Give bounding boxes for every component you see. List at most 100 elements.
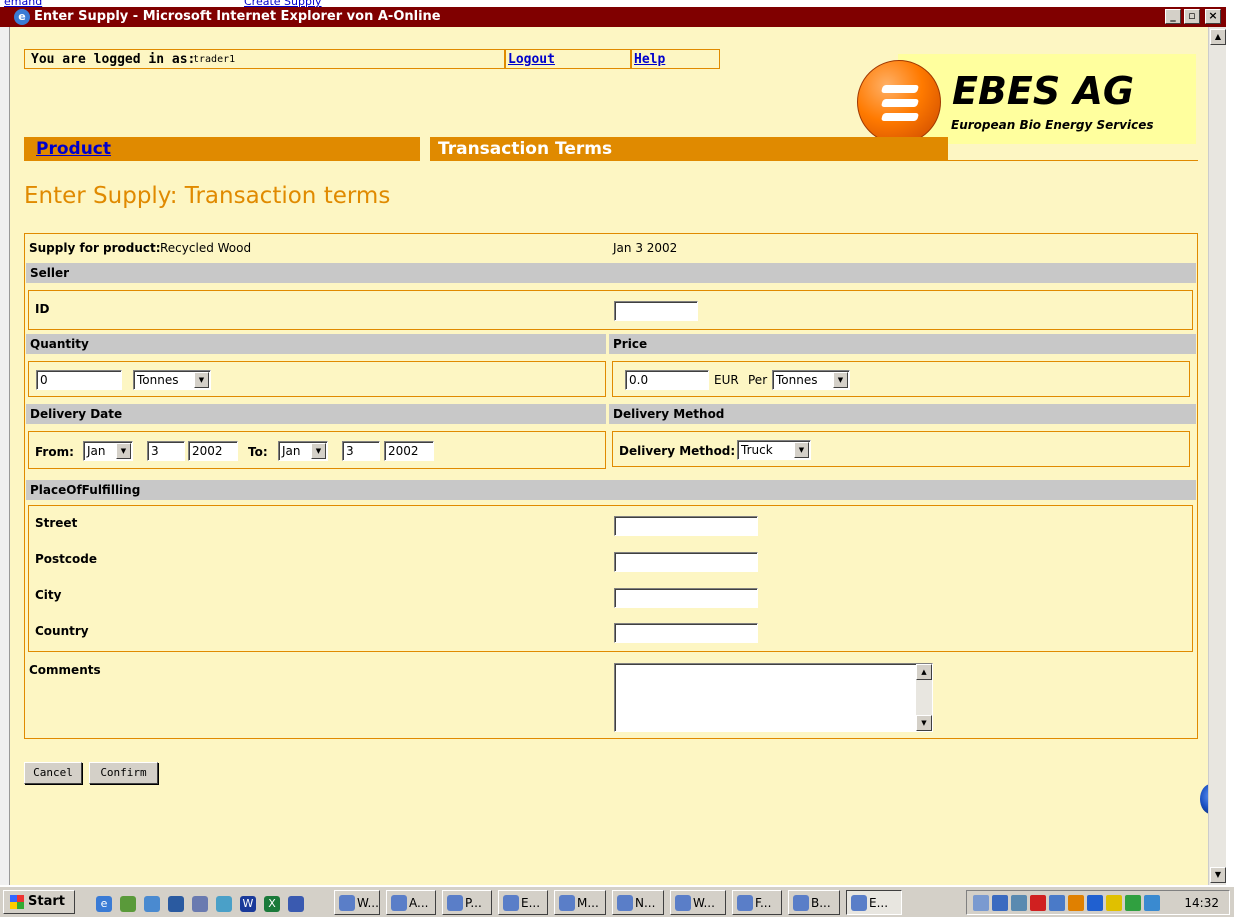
taskbar-item-active[interactable]: E... [846,890,902,915]
clock[interactable]: 14:32 [1184,896,1219,910]
tray-icon[interactable] [1068,895,1084,911]
logged-in-label: You are logged in as: [31,52,196,67]
comments-scrollbar[interactable]: ▲ ▼ [916,664,932,731]
to-day-input[interactable]: 3 [342,441,380,461]
tab-gap [420,137,430,161]
chevron-down-icon[interactable]: ▼ [833,372,848,388]
browser-page: You are logged in as: trader1 Logout Hel… [10,27,1208,885]
quicklaunch-icon[interactable] [144,896,160,912]
from-year-input[interactable]: 2002 [188,441,238,461]
chevron-down-icon[interactable]: ▼ [311,443,326,459]
taskbar-item[interactable]: A... [386,890,436,915]
to-year-input[interactable]: 2002 [384,441,434,461]
cancel-button[interactable]: Cancel [24,762,82,784]
country-input[interactable] [614,623,758,643]
taskbar-item[interactable]: F... [732,890,782,915]
tray-icon[interactable] [1106,895,1122,911]
logout-cell: Logout [504,49,632,69]
supply-product-value: Recycled Wood [160,241,252,255]
tab-transaction-terms: Transaction Terms [430,137,948,161]
logo-title: EBES AG [952,69,1135,113]
desktop-icon[interactable] [288,896,304,912]
taskbar-item[interactable]: W... [670,890,726,915]
supply-for-product-label: Supply for product: [29,241,161,255]
delivery-date-section-header: Delivery Date [26,404,606,424]
chevron-down-icon[interactable]: ▼ [194,372,209,388]
ie-icon[interactable]: e [96,896,112,912]
scroll-down-icon[interactable]: ▼ [1210,867,1226,883]
quantity-unit-select[interactable]: Tonnes ▼ [133,370,211,390]
excel-icon[interactable]: X [264,896,280,912]
seller-id-input[interactable] [614,301,698,321]
postcode-input[interactable] [614,552,758,572]
from-label: From: [35,445,74,459]
taskbar: Start e W X W... A... P... E... M... N..… [0,885,1234,917]
scroll-up-icon[interactable]: ▲ [1210,29,1226,45]
taskbar-item[interactable]: P... [442,890,492,915]
delivery-method-section-header: Delivery Method [609,404,1196,424]
quantity-input[interactable]: 0 [36,370,122,390]
place-of-fulfilling-section-header: PlaceOfFulfilling [26,480,1196,500]
supply-date: Jan 3 2002 [613,241,678,255]
quicklaunch-icon[interactable] [120,896,136,912]
page-scrollbar[interactable]: ▲ ▼ [1208,27,1226,885]
quantity-section-header: Quantity [26,334,606,354]
taskbar-item[interactable]: E... [498,890,548,915]
minimize-button[interactable]: _ [1165,9,1181,24]
per-label: Per [748,373,768,387]
tray-icon[interactable] [992,895,1008,911]
scroll-down-icon[interactable]: ▼ [916,715,932,731]
maximize-button[interactable]: ▫ [1184,9,1200,24]
window-title-bar[interactable]: e Enter Supply - Microsoft Internet Expl… [0,7,1226,27]
window-title: Enter Supply - Microsoft Internet Explor… [34,9,441,24]
price-unit-select[interactable]: Tonnes ▼ [772,370,850,390]
tray-icon[interactable] [1011,895,1027,911]
from-day-input[interactable]: 3 [147,441,185,461]
comments-textarea[interactable]: ▲ ▼ [614,663,933,732]
system-tray: 14:32 [966,890,1230,915]
tray-icon[interactable] [1144,895,1160,911]
ie-icon: e [14,9,30,25]
logged-in-cell: You are logged in as: trader1 [24,49,506,69]
close-button[interactable]: × [1205,9,1221,24]
tray-icon[interactable] [1087,895,1103,911]
help-link[interactable]: Help [634,52,665,67]
tab-product[interactable]: Product [24,137,420,161]
right-desktop-strip [1226,7,1234,885]
price-input[interactable]: 0.0 [625,370,709,390]
taskbar-item[interactable]: B... [788,890,840,915]
quicklaunch-icon[interactable] [168,896,184,912]
country-label: Country [35,624,89,638]
tray-icon[interactable] [1049,895,1065,911]
from-month-select[interactable]: Jan ▼ [83,441,133,461]
tab-transaction-terms-label: Transaction Terms [438,139,613,159]
scroll-up-icon[interactable]: ▲ [916,664,932,680]
place-of-fulfilling-box: Street Postcode City Country [28,505,1193,652]
left-window-edge [0,27,10,885]
tray-icon[interactable] [1030,895,1046,911]
transaction-terms-form: Supply for product: Recycled Wood Jan 3 … [24,233,1198,739]
tray-icon[interactable] [1125,895,1141,911]
taskbar-item[interactable]: W... [334,890,380,915]
confirm-button[interactable]: Confirm [89,762,158,784]
city-input[interactable] [614,588,758,608]
chevron-down-icon[interactable]: ▼ [116,443,131,459]
word-icon[interactable]: W [240,896,256,912]
logout-link[interactable]: Logout [508,52,555,67]
delivery-method-label: Delivery Method: [619,444,736,458]
price-section-header: Price [609,334,1196,354]
quicklaunch-icon[interactable] [216,896,232,912]
street-input[interactable] [614,516,758,536]
quicklaunch-icon[interactable] [192,896,208,912]
chevron-down-icon[interactable]: ▼ [794,442,809,458]
tab-underline [948,160,1198,161]
tab-product-label[interactable]: Product [36,139,111,159]
windows-flag-icon [10,895,24,909]
page-title: Enter Supply: Transaction terms [24,183,391,209]
delivery-method-select[interactable]: Truck ▼ [737,440,811,460]
tray-icon[interactable] [973,895,989,911]
taskbar-item[interactable]: N... [612,890,664,915]
taskbar-item[interactable]: M... [554,890,606,915]
to-month-select[interactable]: Jan ▼ [278,441,328,461]
start-button[interactable]: Start [3,890,75,914]
